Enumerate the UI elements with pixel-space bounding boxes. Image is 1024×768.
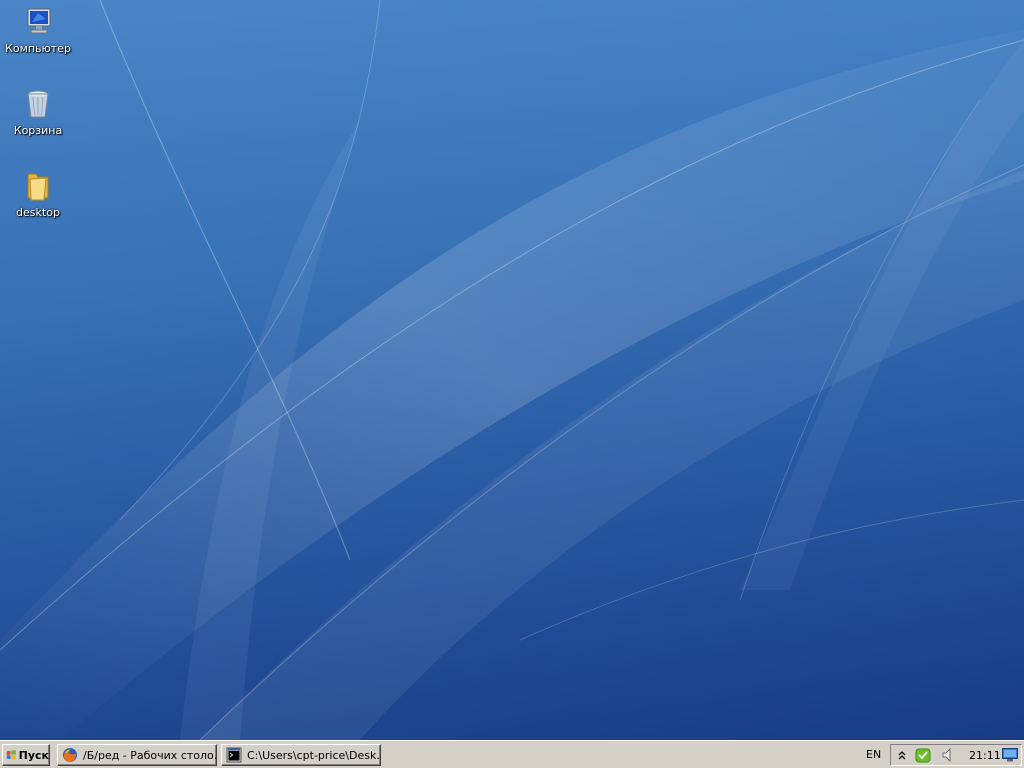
start-button[interactable]: Пуск — [2, 744, 50, 766]
taskbar-item-cmd[interactable]: C:\Users\cpt-price\Desk... — [221, 744, 381, 766]
cmd-icon — [226, 747, 242, 763]
wallpaper-graphic — [0, 0, 1024, 740]
recycle-bin-icon — [27, 90, 49, 118]
firefox-icon — [63, 748, 77, 762]
volume-icon[interactable] — [941, 747, 955, 766]
desktop-icon-label: Корзина — [13, 124, 63, 137]
network-icon[interactable] — [1002, 748, 1018, 765]
taskbar-item-label: /Б/ред - Рабочих столо... — [83, 748, 216, 762]
shield-icon[interactable] — [915, 747, 931, 766]
language-indicator[interactable]: EN — [866, 748, 881, 761]
clock[interactable]: 21:11 — [969, 749, 1001, 762]
desktop-icon-label: Компьютер — [5, 42, 71, 55]
taskbar: Пуск /Б/ред - Рабочих столо... C:\Users\… — [0, 740, 1024, 768]
folder-icon — [27, 173, 49, 201]
windows-logo-icon — [6, 750, 16, 760]
desktop-icon-label: desktop — [16, 206, 60, 219]
desktop-background[interactable]: Компьютер Корзина desktop — [0, 0, 1024, 740]
chevron-up-icon[interactable] — [897, 748, 907, 765]
computer-icon — [27, 8, 51, 34]
start-button-label: Пуск — [18, 748, 49, 762]
taskbar-item-label: C:\Users\cpt-price\Desk... — [247, 748, 380, 762]
system-tray: 21:11 — [890, 744, 1022, 766]
desktop-icon-recycle-bin[interactable]: Корзина — [0, 88, 76, 137]
taskbar-item-firefox[interactable]: /Б/ред - Рабочих столо... — [57, 744, 217, 766]
desktop-icon-folder[interactable]: desktop — [0, 170, 76, 219]
desktop-icon-computer[interactable]: Компьютер — [0, 6, 76, 55]
